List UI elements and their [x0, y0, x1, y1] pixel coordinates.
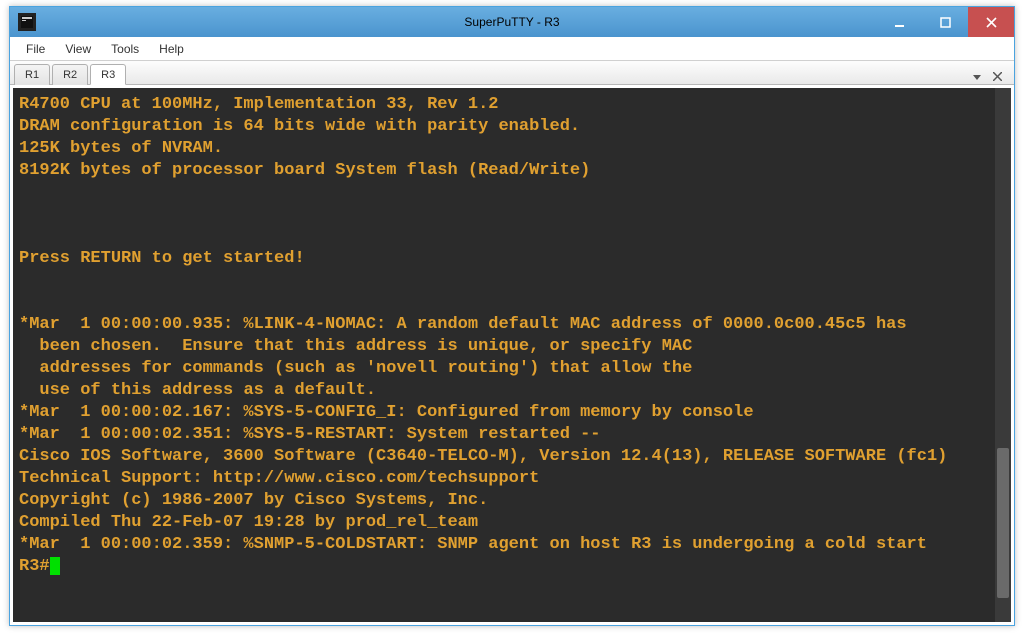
application-window: SuperPuTTY - R3 File View Tools Help R1 …	[9, 6, 1015, 626]
terminal-line: Compiled Thu 22-Feb-07 19:28 by prod_rel…	[19, 512, 989, 534]
tab-r3[interactable]: R3	[90, 64, 126, 85]
menu-view[interactable]: View	[55, 39, 101, 59]
tabs: R1 R2 R3	[14, 63, 128, 84]
tab-r1[interactable]: R1	[14, 64, 50, 85]
terminal[interactable]: R4700 CPU at 100MHz, Implementation 33, …	[13, 88, 995, 622]
terminal-container: R4700 CPU at 100MHz, Implementation 33, …	[10, 85, 1014, 625]
tab-controls	[969, 72, 1010, 84]
menu-help[interactable]: Help	[149, 39, 194, 59]
app-icon	[18, 13, 36, 31]
tab-r2[interactable]: R2	[52, 64, 88, 85]
terminal-line: Copyright (c) 1986-2007 by Cisco Systems…	[19, 490, 989, 512]
titlebar[interactable]: SuperPuTTY - R3	[10, 7, 1014, 37]
prompt-text: R3#	[19, 557, 50, 576]
minimize-button[interactable]	[876, 7, 922, 37]
terminal-line: R4700 CPU at 100MHz, Implementation 33, …	[19, 94, 989, 116]
tabbar: R1 R2 R3	[10, 61, 1014, 85]
terminal-line: Cisco IOS Software, 3600 Software (C3640…	[19, 446, 989, 468]
terminal-line: *Mar 1 00:00:02.167: %SYS-5-CONFIG_I: Co…	[19, 402, 989, 424]
terminal-line: addresses for commands (such as 'novell …	[19, 358, 989, 380]
window-title: SuperPuTTY - R3	[464, 15, 559, 29]
terminal-prompt[interactable]: R3#	[19, 556, 989, 578]
terminal-line: 125K bytes of NVRAM.	[19, 138, 989, 160]
terminal-line: Press RETURN to get started!	[19, 248, 989, 270]
terminal-line: DRAM configuration is 64 bits wide with …	[19, 116, 989, 138]
tab-close-icon[interactable]	[989, 72, 1006, 84]
terminal-line	[19, 182, 989, 204]
cursor	[50, 557, 60, 575]
terminal-line	[19, 226, 989, 248]
terminal-line: *Mar 1 00:00:02.359: %SNMP-5-COLDSTART: …	[19, 534, 989, 556]
scrollbar-thumb[interactable]	[997, 448, 1009, 598]
tab-dropdown-icon[interactable]	[969, 72, 985, 84]
terminal-line	[19, 270, 989, 292]
terminal-line: been chosen. Ensure that this address is…	[19, 336, 989, 358]
close-button[interactable]	[968, 7, 1014, 37]
menu-tools[interactable]: Tools	[101, 39, 149, 59]
terminal-line: 8192K bytes of processor board System fl…	[19, 160, 989, 182]
menubar: File View Tools Help	[10, 37, 1014, 61]
terminal-line: use of this address as a default.	[19, 380, 989, 402]
scrollbar[interactable]	[995, 88, 1011, 622]
terminal-line: Technical Support: http://www.cisco.com/…	[19, 468, 989, 490]
menu-file[interactable]: File	[16, 39, 55, 59]
terminal-line: *Mar 1 00:00:02.351: %SYS-5-RESTART: Sys…	[19, 424, 989, 446]
window-controls	[876, 7, 1014, 37]
maximize-button[interactable]	[922, 7, 968, 37]
terminal-line: *Mar 1 00:00:00.935: %LINK-4-NOMAC: A ra…	[19, 314, 989, 336]
terminal-line	[19, 292, 989, 314]
terminal-line	[19, 204, 989, 226]
